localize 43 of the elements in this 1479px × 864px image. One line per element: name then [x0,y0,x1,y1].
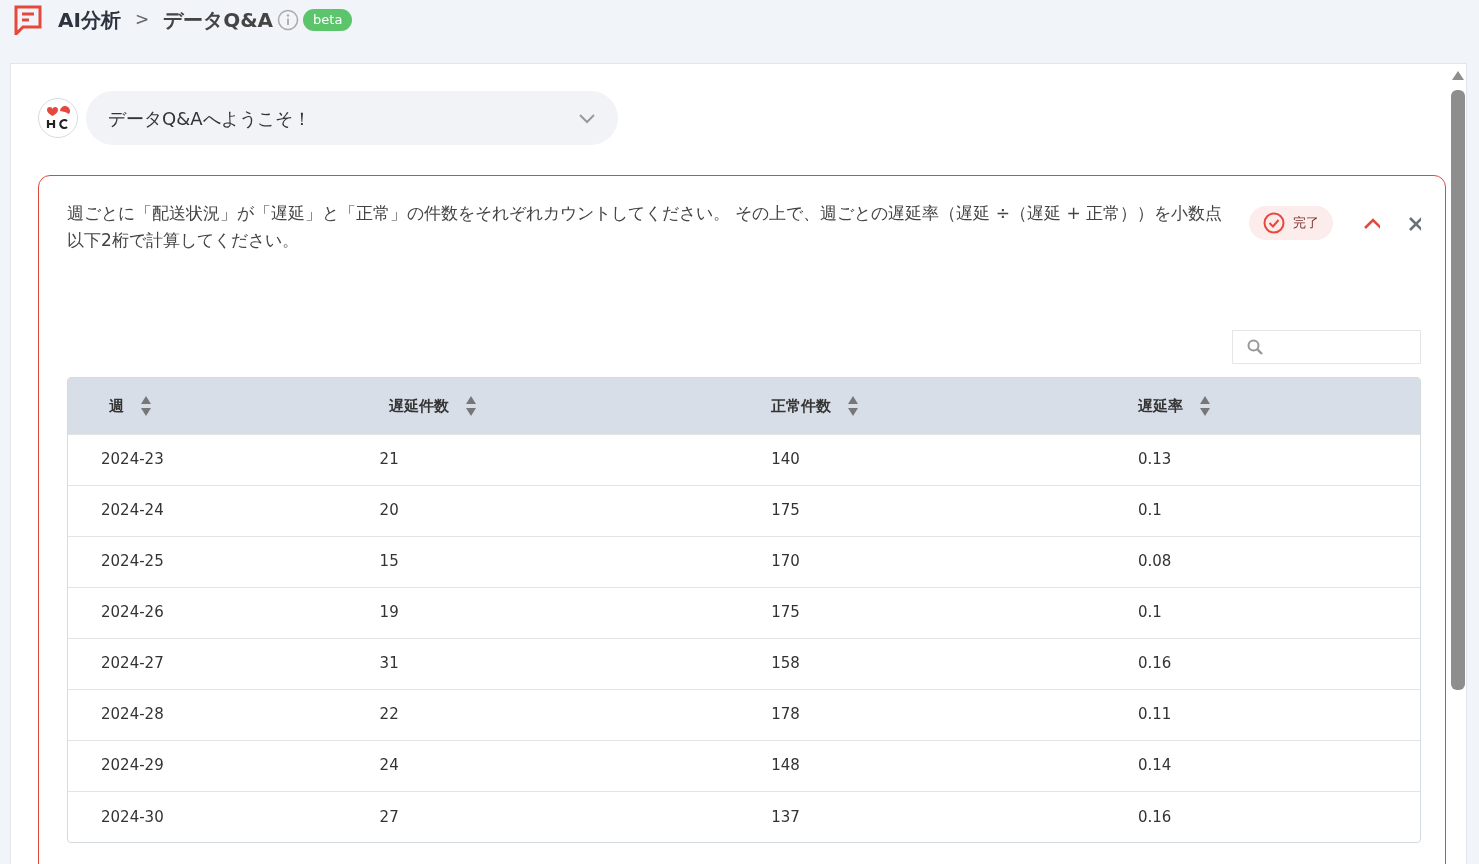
column-header[interactable]: 正常件数 [771,394,860,417]
table-cell: 22 [336,689,729,740]
table-cell: 2024-28 [68,689,337,740]
table-cell: 0.1 [1094,587,1420,638]
table-cell: 0.1 [1094,485,1420,536]
table-cell: 0.16 [1094,638,1420,689]
table-cell: 175 [728,587,1095,638]
table-cell: 0.16 [1094,791,1420,842]
table-cell: 2024-29 [68,740,337,791]
page-title: データQ&A [163,7,274,34]
table-cell: 2024-23 [68,434,337,485]
table-cell: 0.14 [1094,740,1420,791]
column-header[interactable]: 遅延件数 [388,394,477,417]
table-cell: 175 [728,485,1095,536]
table-cell: 2024-27 [68,638,337,689]
welcome-dropdown[interactable]: データQ&Aへようこそ！ [86,91,618,145]
table-cell: 2024-25 [68,536,337,587]
table-cell: 31 [336,638,729,689]
table-cell: 21 [336,434,729,485]
column-header[interactable]: 遅延率 [1137,394,1211,417]
table-cell: 2024-26 [68,587,337,638]
column-header[interactable]: 週 [109,394,152,417]
table-cell: 19 [336,587,729,638]
table-cell: 2024-24 [68,485,337,536]
table-cell: 20 [336,485,729,536]
query-text: 週ごとに「配送状況」が「遅延」と「正常」の件数をそれぞれカウントしてください。 その上で、週ごとの遅延率（遅延 ÷（遅延 + 正常））を小数点以下2桁で計算してください。 [67,202,1224,252]
table-cell: 158 [728,638,1095,689]
breadcrumb-separator: > [134,8,150,32]
table-cell: 2024-30 [68,791,337,842]
table-cell: 137 [728,791,1095,842]
table-cell: 0.13 [1094,434,1420,485]
table-cell: 0.08 [1094,536,1420,587]
table-cell: 148 [728,740,1095,791]
status-badge: 完了 [1248,206,1333,240]
beta-badge: beta [303,9,353,31]
breadcrumb-link[interactable]: AI分析 [58,5,121,35]
table-cell: 15 [336,536,729,587]
table-cell: 0.11 [1094,689,1420,740]
table-cell: 170 [728,536,1095,587]
table-cell: 24 [336,740,729,791]
table-cell: 140 [728,434,1095,485]
table-cell: 178 [728,689,1095,740]
table-cell: 27 [336,791,729,842]
